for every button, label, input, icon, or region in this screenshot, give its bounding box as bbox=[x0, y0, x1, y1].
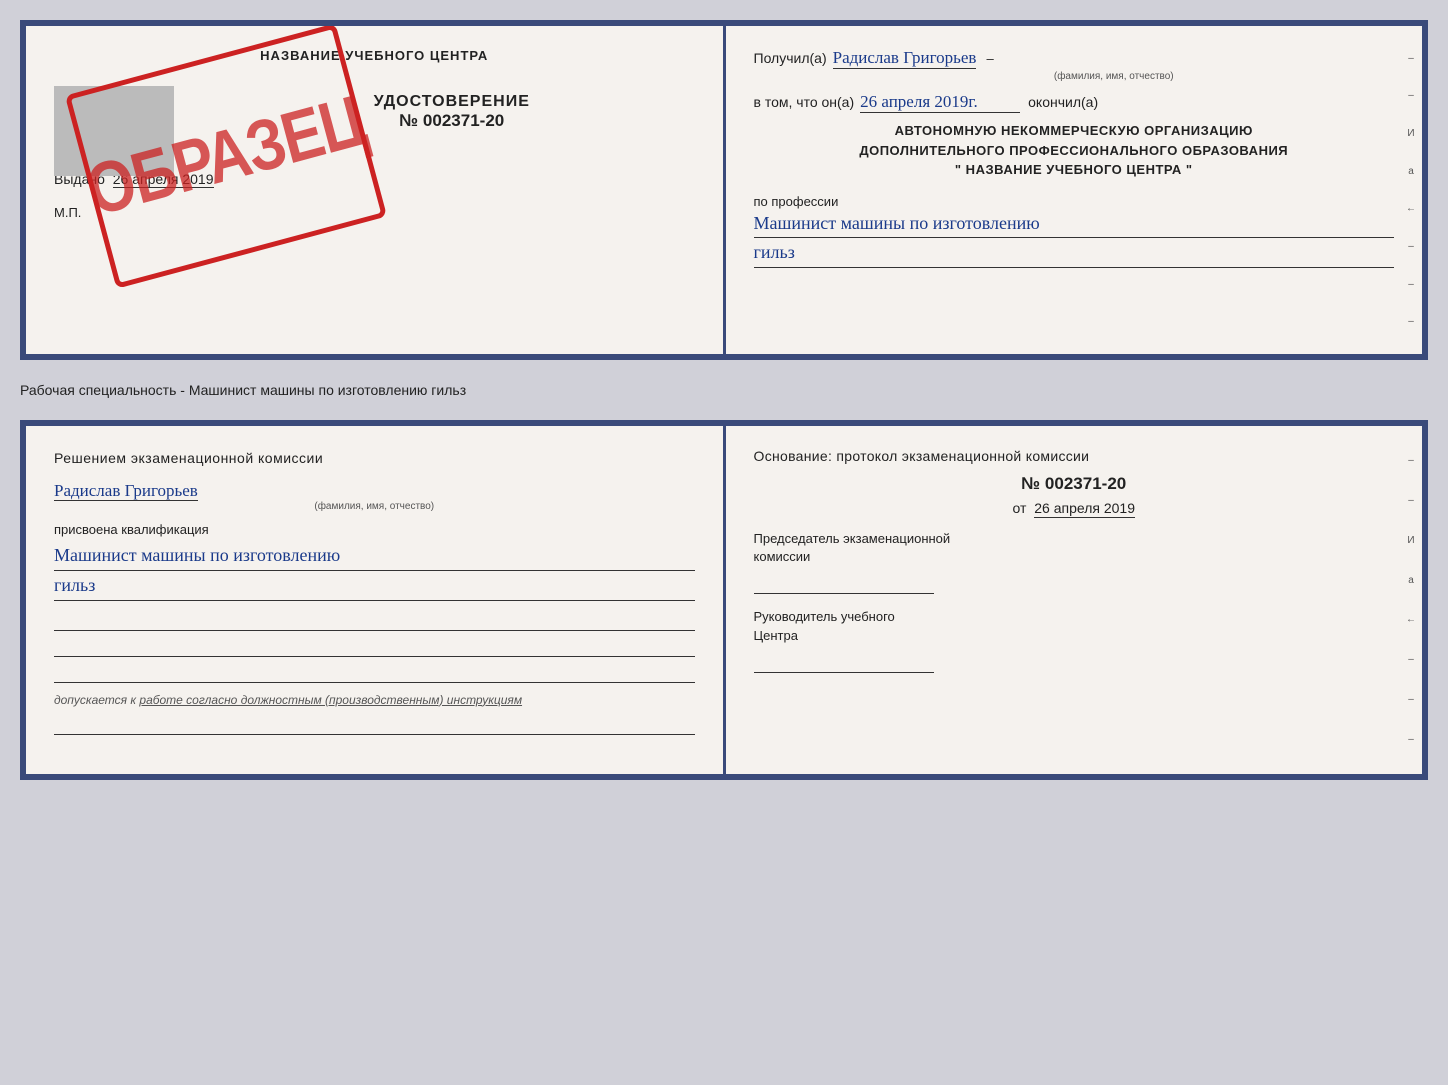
assigned-label: присвоена квалификация bbox=[54, 522, 695, 537]
blank-line-2 bbox=[54, 635, 695, 657]
допускается-prefix: допускается к bbox=[54, 693, 136, 707]
komissia-title: Решением экзаменационной комиссии bbox=[54, 448, 695, 469]
bottom-name-sublabel: (фамилия, имя, отчество) bbox=[54, 501, 695, 512]
допускается-text: допускается к работе согласно должностны… bbox=[54, 693, 695, 707]
head-label1: Руководитель учебного bbox=[754, 609, 895, 624]
blank-lines bbox=[54, 609, 695, 683]
date-handwritten: 26 апреля 2019г. bbox=[860, 92, 1020, 113]
page-wrapper: НАЗВАНИЕ УЧЕБНОГО ЦЕНТРА УДОСТОВЕРЕНИЕ №… bbox=[20, 20, 1428, 780]
name-handwritten: Радислав Григорьев bbox=[833, 48, 977, 69]
blank-line-4 bbox=[54, 713, 695, 735]
blank-line-1 bbox=[54, 609, 695, 631]
допускается-underlined: работе согласно должностным (производств… bbox=[139, 693, 522, 707]
bottom-document: Решением экзаменационной комиссии Радисл… bbox=[20, 420, 1428, 780]
osnov-title: Основание: протокол экзаменационной коми… bbox=[754, 448, 1395, 464]
org-block: АВТОНОМНУЮ НЕКОММЕРЧЕСКУЮ ОРГАНИЗАЦИЮ ДО… bbox=[754, 121, 1395, 180]
head-block: Руководитель учебного Центра bbox=[754, 608, 1395, 672]
date-prefix: в том, что он(а) bbox=[754, 94, 855, 110]
received-prefix: Получил(а) bbox=[754, 50, 827, 66]
received-line: Получил(а) Радислав Григорьев – bbox=[754, 48, 1395, 69]
mp-label: М.П. bbox=[54, 205, 695, 220]
blank-line-3 bbox=[54, 661, 695, 683]
protocol-number: № 002371-20 bbox=[754, 474, 1395, 494]
cert-number: № 002371-20 bbox=[209, 111, 695, 131]
side-marks-top: – – И а ← – – – bbox=[1400, 26, 1422, 354]
top-doc-right: Получил(а) Радислав Григорьев – (фамилия… bbox=[726, 26, 1423, 354]
bottom-date-line: от 26 апреля 2019 bbox=[754, 500, 1395, 516]
profession-line2: гильз bbox=[754, 238, 1395, 268]
caption-line: Рабочая специальность - Машинист машины … bbox=[20, 378, 1428, 402]
date-line: в том, что он(а) 26 апреля 2019г. окончи… bbox=[754, 92, 1395, 113]
chairman-sig-line bbox=[754, 572, 934, 594]
chairman-block: Председатель экзаменационной комиссии bbox=[754, 530, 1395, 594]
qualification-line2: гильз bbox=[54, 571, 695, 601]
chairman-label1: Председатель экзаменационной bbox=[754, 531, 951, 546]
profession-label: по профессии bbox=[754, 194, 1395, 209]
bottom-name-handwritten: Радислав Григорьев bbox=[54, 481, 198, 501]
photo-placeholder bbox=[54, 86, 174, 176]
cert-label: УДОСТОВЕРЕНИЕ bbox=[209, 93, 695, 111]
qualification-line1: Машинист машины по изготовлению bbox=[54, 541, 695, 571]
date-suffix: окончил(а) bbox=[1028, 94, 1098, 110]
top-doc-left: НАЗВАНИЕ УЧЕБНОГО ЦЕНТРА УДОСТОВЕРЕНИЕ №… bbox=[26, 26, 726, 354]
dash1: – bbox=[986, 51, 993, 66]
head-label2: Центра bbox=[754, 628, 798, 643]
head-sig-line bbox=[754, 651, 934, 673]
side-marks-bottom: – – И а ← – – – bbox=[1400, 426, 1422, 774]
chairman-label2: комиссии bbox=[754, 549, 811, 564]
profession-line1: Машинист машины по изготовлению bbox=[754, 209, 1395, 239]
org-line3: " НАЗВАНИЕ УЧЕБНОГО ЦЕНТРА " bbox=[754, 160, 1395, 180]
org-line1: АВТОНОМНУЮ НЕКОММЕРЧЕСКУЮ ОРГАНИЗАЦИЮ bbox=[754, 121, 1395, 141]
bottom-doc-right: Основание: протокол экзаменационной коми… bbox=[726, 426, 1423, 774]
date-prefix: от bbox=[1012, 500, 1026, 516]
top-left-title: НАЗВАНИЕ УЧЕБНОГО ЦЕНТРА bbox=[54, 48, 695, 63]
top-document: НАЗВАНИЕ УЧЕБНОГО ЦЕНТРА УДОСТОВЕРЕНИЕ №… bbox=[20, 20, 1428, 360]
bottom-name-field: Радислав Григорьев (фамилия, имя, отчест… bbox=[54, 481, 695, 512]
date-value: 26 апреля 2019 bbox=[1034, 500, 1135, 518]
bottom-doc-left: Решением экзаменационной комиссии Радисл… bbox=[26, 426, 726, 774]
name-sublabel: (фамилия, имя, отчество) bbox=[834, 71, 1395, 82]
org-line2: ДОПОЛНИТЕЛЬНОГО ПРОФЕССИОНАЛЬНОГО ОБРАЗО… bbox=[754, 141, 1395, 161]
